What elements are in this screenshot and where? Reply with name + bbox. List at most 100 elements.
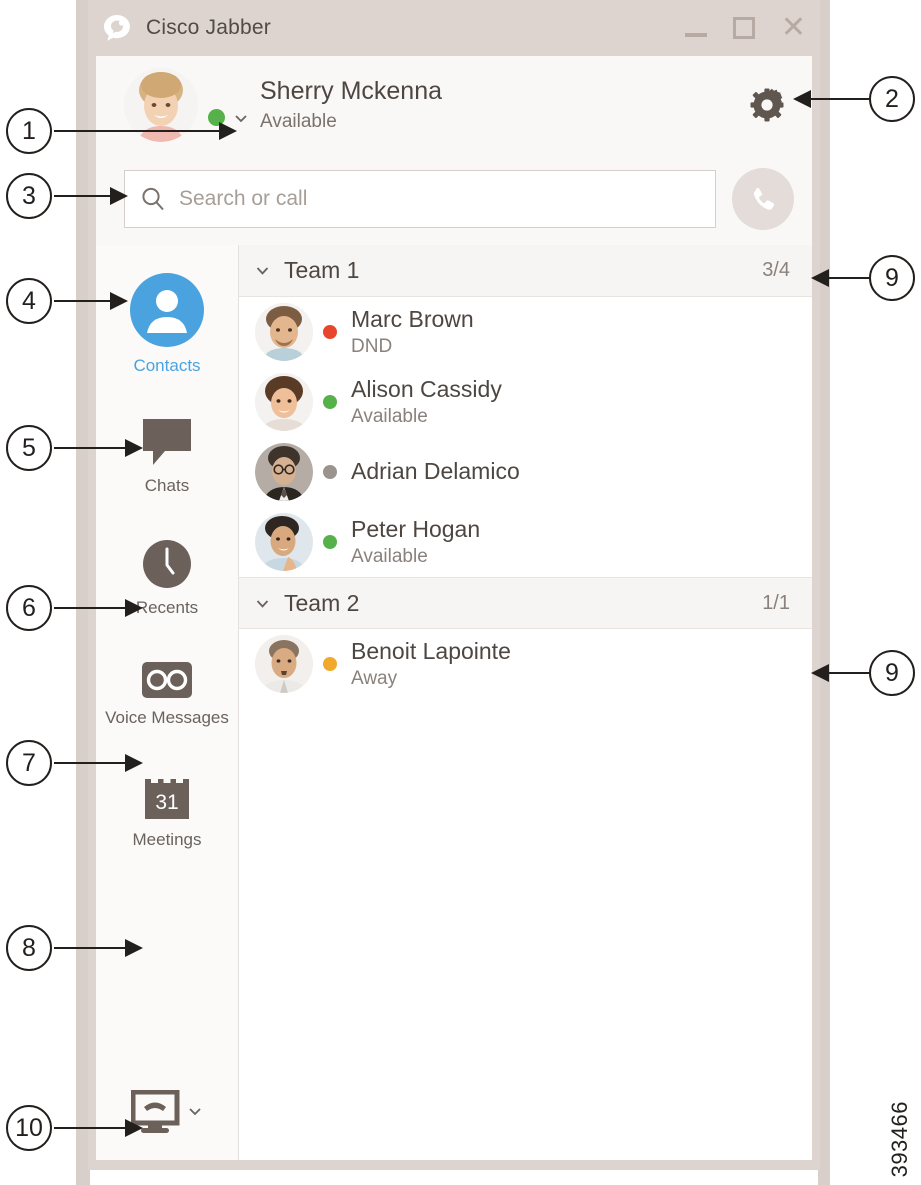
callout-label: 10 xyxy=(15,1113,43,1142)
window-title: Cisco Jabber xyxy=(146,16,271,39)
callout-10: 10 xyxy=(6,1105,52,1151)
svg-text:31: 31 xyxy=(155,791,178,814)
callout-9b-arrow xyxy=(811,664,829,682)
sidebar-item-label: Meetings xyxy=(132,830,202,850)
search-icon xyxy=(139,185,167,213)
calendar-31-icon: 31 xyxy=(143,773,191,821)
search-box[interactable] xyxy=(124,170,716,228)
chevron-down-icon[interactable] xyxy=(255,263,270,278)
contact-status: Away xyxy=(351,667,398,689)
contact-text: Peter Hogan Available xyxy=(351,516,480,568)
contact-text: Benoit Lapointe Away xyxy=(351,638,511,690)
callout-9a-arrow xyxy=(811,269,829,287)
sidebar-item-meetings[interactable]: 31 Meetings xyxy=(96,773,238,851)
callout-1-arrow xyxy=(219,122,237,140)
settings-gear-icon[interactable] xyxy=(744,82,790,128)
callout-8-leader xyxy=(54,947,127,949)
presence-dot xyxy=(323,325,337,339)
avatar-peter-hogan xyxy=(255,513,313,571)
title-bar: Cisco Jabber ✕ xyxy=(88,0,820,56)
profile-status[interactable]: Available xyxy=(260,111,442,133)
sidebar-item-voice-messages[interactable]: Voice Messages xyxy=(96,661,238,729)
presence-dot xyxy=(323,465,337,479)
presence-dot xyxy=(323,657,337,671)
callout-7-leader xyxy=(54,762,127,764)
callout-label: 5 xyxy=(22,433,36,462)
callout-label: 7 xyxy=(22,748,36,777)
callout-label: 2 xyxy=(885,84,899,113)
list-item[interactable]: Alison Cassidy Available xyxy=(239,367,812,437)
callout-label: 6 xyxy=(22,593,36,622)
window-controls: ✕ xyxy=(684,13,806,43)
contact-text: Adrian Delamico xyxy=(351,458,520,486)
contact-status: Available xyxy=(351,405,428,427)
figure-canvas: Cisco Jabber ✕ Sherry Mckenna Available … xyxy=(0,0,921,1185)
callout-6: 6 xyxy=(6,585,52,631)
contacts-list: Team 1 3/4 Marc Brown DND Alison Cassidy… xyxy=(239,245,812,1160)
avatar-marc-brown xyxy=(255,303,313,361)
callout-6-arrow xyxy=(125,599,143,617)
contact-text: Alison Cassidy Available xyxy=(351,376,502,428)
group-count: 1/1 xyxy=(762,591,790,614)
speech-bubble-icon xyxy=(141,417,193,467)
call-button[interactable] xyxy=(732,168,794,230)
group-header-team-1[interactable]: Team 1 3/4 xyxy=(239,245,812,297)
voicemail-icon xyxy=(141,661,193,699)
callout-label: 9 xyxy=(885,658,899,687)
device-chevron-down-icon[interactable] xyxy=(187,1103,203,1124)
sidebar-item-label: Chats xyxy=(144,476,190,496)
presence-dot xyxy=(323,535,337,549)
callout-9-team-2: 9 xyxy=(869,650,915,696)
window-body: Sherry Mckenna Available Search or call … xyxy=(96,56,812,1160)
callout-1: 1 xyxy=(6,108,52,154)
list-item[interactable]: Marc Brown DND xyxy=(239,297,812,367)
clock-icon xyxy=(142,539,192,589)
sidebar-item-contacts[interactable]: Contacts xyxy=(96,273,238,377)
sidebar-item-chats[interactable]: Chats xyxy=(96,417,238,497)
sidebar: Contacts Chats Recents Voice Messages 31… xyxy=(96,245,239,1160)
callout-1-leader xyxy=(54,130,221,132)
presence-dot xyxy=(323,395,337,409)
list-item[interactable]: Benoit Lapointe Away xyxy=(239,629,812,699)
group-header-team-2[interactable]: Team 2 1/1 xyxy=(239,577,812,629)
maximize-button[interactable] xyxy=(732,17,755,39)
contact-name: Alison Cassidy xyxy=(351,376,502,403)
contact-name: Peter Hogan xyxy=(351,516,481,543)
profile-text: Sherry Mckenna Available xyxy=(260,76,442,132)
callout-8: 8 xyxy=(6,925,52,971)
chevron-down-icon[interactable] xyxy=(255,596,270,611)
close-button[interactable]: ✕ xyxy=(781,13,806,43)
callout-4-arrow xyxy=(110,292,128,310)
contact-name: Adrian Delamico xyxy=(351,458,520,485)
callout-label: 4 xyxy=(22,286,36,315)
list-item[interactable]: Peter Hogan Available xyxy=(239,507,812,577)
callout-10-leader xyxy=(54,1127,127,1129)
figure-number: 393466 xyxy=(887,1100,912,1177)
contact-status: Available xyxy=(351,545,428,567)
callout-3: 3 xyxy=(6,173,52,219)
contact-status: DND xyxy=(351,335,393,357)
callout-2: 2 xyxy=(869,76,915,122)
group-name: Team 1 xyxy=(284,257,360,283)
search-input[interactable] xyxy=(179,187,701,211)
callout-5-leader xyxy=(54,447,127,449)
callout-label: 3 xyxy=(22,181,36,210)
callout-7-arrow xyxy=(125,754,143,772)
callout-7: 7 xyxy=(6,740,52,786)
callout-9-team-1: 9 xyxy=(869,255,915,301)
callout-4-leader xyxy=(54,300,112,302)
callout-3-leader xyxy=(54,195,112,197)
callout-8-arrow xyxy=(125,939,143,957)
list-item[interactable]: Adrian Delamico xyxy=(239,437,812,507)
avatar-adrian-delamico xyxy=(255,443,313,501)
callout-10-arrow xyxy=(125,1119,143,1137)
callout-9b-leader xyxy=(826,672,871,674)
callout-4: 4 xyxy=(6,278,52,324)
person-icon xyxy=(130,273,204,347)
minimize-button[interactable] xyxy=(684,19,707,37)
group-name: Team 2 xyxy=(284,589,360,616)
callout-2-arrow xyxy=(793,90,811,108)
sidebar-item-label: Voice Messages xyxy=(105,708,229,728)
callout-6-leader xyxy=(54,607,127,609)
contact-name: Benoit Lapointe xyxy=(351,638,511,665)
